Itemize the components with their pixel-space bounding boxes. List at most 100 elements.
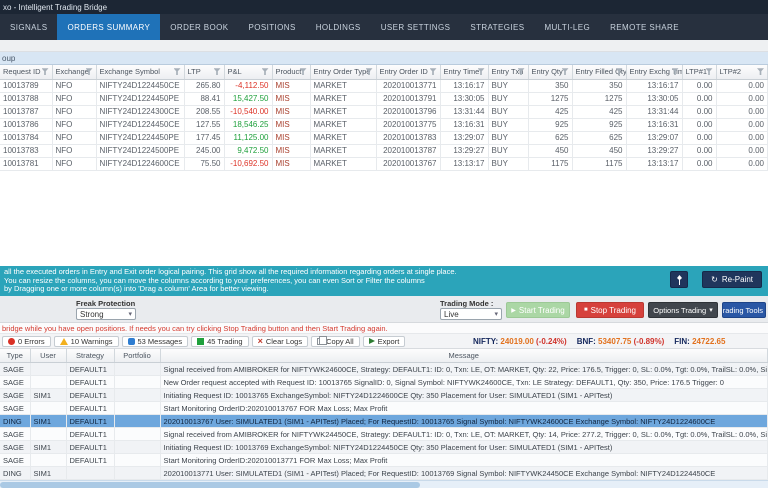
message-column-header-type[interactable]: Type: [0, 349, 31, 363]
freak-protection-value: Strong: [80, 309, 104, 319]
column-header-entry-qty[interactable]: Entry Qty: [528, 65, 573, 80]
column-header-entry-filled-qty[interactable]: Entry Filled Qty: [572, 65, 627, 80]
message-row[interactable]: SAGE SIM1 DEFAULT1 Initiating Request ID: 1…: [0, 440, 768, 454]
message-column-header-user[interactable]: User: [30, 349, 67, 363]
message-row[interactable]: SAGE DEFAULT1 Signal received from AMIBROK…: [0, 427, 768, 441]
orders-row[interactable]: 10013787 NFO NIFTY24D1224300CE 208.55 -10,54…: [0, 105, 768, 119]
tab-remote-share[interactable]: REMOTE SHARE: [600, 14, 689, 40]
tab-signals[interactable]: SIGNALS: [0, 14, 57, 40]
filter-icon[interactable]: [173, 68, 181, 76]
filter-icon[interactable]: [261, 68, 269, 76]
options-trading-label: Options Trading: [653, 305, 707, 315]
orders-cell: 0.00: [682, 92, 717, 106]
orders-row[interactable]: 10013786 NFO NIFTY24D1224450CE 127.55 18,546…: [0, 118, 768, 132]
export-button[interactable]: Export: [362, 335, 406, 347]
clear-icon: ×: [257, 335, 263, 346]
scrollbar-thumb[interactable]: [0, 482, 420, 488]
orders-cell: 0.00: [682, 105, 717, 119]
column-header-exchange[interactable]: Exchange: [52, 65, 97, 80]
filter-icon[interactable]: [757, 68, 764, 76]
ticker-fin: FIN: 24722.65: [674, 337, 726, 346]
clear-logs-button[interactable]: × Clear Logs: [251, 335, 309, 347]
message-row[interactable]: SAGE DEFAULT1 Start Monitoring OrderID:202…: [0, 401, 768, 415]
orders-cell: BUY: [488, 92, 529, 106]
message-cell: Signal received from AMIBROKER for NIFTY…: [160, 362, 768, 376]
orders-cell: 13:29:27: [626, 144, 683, 158]
group-by-bar[interactable]: oup: [0, 52, 768, 65]
message-row[interactable]: SAGE DEFAULT1 Start Monitoring OrderID:202…: [0, 453, 768, 467]
orders-cell: 13:30:05: [626, 92, 683, 106]
message-row[interactable]: SAGE SIM1 DEFAULT1 Initiating Request ID: 1…: [0, 388, 768, 402]
orders-row[interactable]: 10013781 NFO NIFTY24D1224600CE 75.50 -10,692…: [0, 157, 768, 171]
orders-cell: BUY: [488, 157, 529, 171]
orders-cell: 1175: [528, 157, 573, 171]
trading-tools-button[interactable]: Trading Tools ▾: [722, 302, 766, 318]
column-header-entry-exchg-time[interactable]: Entry Exchg Time: [626, 65, 683, 80]
orders-cell: MIS: [272, 157, 311, 171]
trading-mode-select[interactable]: Live ▾: [440, 308, 502, 320]
messages-button[interactable]: 53 Messages: [121, 335, 189, 347]
orders-cell: 1275: [528, 92, 573, 106]
column-header-ltp-1[interactable]: LTP#1: [682, 65, 717, 80]
tab-multi-leg[interactable]: MULTI-LEG: [534, 14, 600, 40]
message-column-header-message[interactable]: Message: [160, 349, 768, 363]
tab-holdings[interactable]: HOLDINGS: [306, 14, 371, 40]
horizontal-scrollbar[interactable]: [0, 480, 768, 488]
column-header-request-id[interactable]: Request ID: [0, 65, 53, 80]
column-header-entry-time[interactable]: Entry Time: [440, 65, 489, 80]
column-header-ltp-2[interactable]: LTP#2: [716, 65, 768, 80]
orders-cell: NIFTY24D1224500PE: [96, 144, 185, 158]
copy-all-button[interactable]: Copy All: [311, 335, 360, 347]
orders-row[interactable]: 10013784 NFO NIFTY24D1224450PE 177.45 11,125…: [0, 131, 768, 145]
orders-cell: 13:31:44: [440, 105, 489, 119]
orders-cell: 202010013775: [376, 118, 441, 132]
filter-icon[interactable]: [213, 68, 221, 76]
column-header-entry-order-id[interactable]: Entry Order ID: [376, 65, 441, 80]
message-row[interactable]: DING SIM1 202010013771 User: SIMULATED1 (S…: [0, 466, 768, 480]
orders-cell: 0.00: [716, 144, 768, 158]
message-row[interactable]: SAGE DEFAULT1 New Order request accepted w…: [0, 375, 768, 389]
tab-strategies[interactable]: STRATEGIES: [460, 14, 534, 40]
column-header-exchange-symbol[interactable]: Exchange Symbol: [96, 65, 185, 80]
freak-protection-group: Freak Protection Strong ▾: [76, 299, 136, 320]
trading-logs-button[interactable]: 45 Trading: [191, 335, 249, 347]
message-column-header-strategy[interactable]: Strategy: [66, 349, 115, 363]
orders-cell: 1175: [572, 157, 627, 171]
orders-cell: 425: [572, 105, 627, 119]
pin-button[interactable]: [670, 271, 688, 288]
chevron-down-icon: ▾: [494, 311, 498, 318]
copy-all-label: Copy All: [326, 336, 354, 346]
freak-protection-select[interactable]: Strong ▾: [76, 308, 136, 320]
errors-button[interactable]: 0 Errors: [2, 335, 51, 347]
message-column-header-portfolio[interactable]: Portfolio: [114, 349, 161, 363]
orders-row[interactable]: 10013789 NFO NIFTY24D1224450CE 265.80 -4,112…: [0, 79, 768, 93]
message-cell: DEFAULT1: [66, 427, 115, 441]
column-header-entry-txn[interactable]: Entry Txn: [488, 65, 529, 80]
repaint-button[interactable]: ↻ Re-Paint: [702, 271, 762, 288]
warnings-button[interactable]: 10 Warnings: [53, 335, 119, 347]
message-row[interactable]: SAGE DEFAULT1 Signal received from AMIBROK…: [0, 362, 768, 376]
orders-row[interactable]: 10013788 NFO NIFTY24D1224450PE 88.41 15,427.…: [0, 92, 768, 106]
start-trading-button[interactable]: ▶ Start Trading: [506, 302, 570, 318]
stop-trading-button[interactable]: ■ Stop Trading: [576, 302, 644, 318]
tab-order-book[interactable]: ORDER BOOK: [160, 14, 238, 40]
tab-orders-summary[interactable]: ORDERS SUMMARY: [57, 14, 161, 40]
column-header-entry-order-type[interactable]: Entry Order Type: [310, 65, 377, 80]
orders-row[interactable]: 10013783 NFO NIFTY24D1224500PE 245.00 9,472.…: [0, 144, 768, 158]
orders-cell: NIFTY24D1224450PE: [96, 92, 185, 106]
column-header-ltp[interactable]: LTP: [184, 65, 225, 80]
group-by-label: oup: [2, 53, 16, 63]
message-cell: DEFAULT1: [66, 414, 115, 428]
options-trading-button[interactable]: Options Trading ▾: [648, 302, 718, 318]
index-tickers: NIFTY: 24019.00 (-0.24%) BNF: 53407.75 (-…: [473, 334, 768, 349]
tab-user-settings[interactable]: USER SETTINGS: [371, 14, 461, 40]
tab-underbar: [0, 40, 768, 52]
filter-icon[interactable]: [429, 68, 437, 76]
column-header-p-l[interactable]: P&L: [224, 65, 273, 80]
column-header-product[interactable]: Product: [272, 65, 311, 80]
message-row[interactable]: DING SIM1 DEFAULT1 202010013767 User: SIMUL…: [0, 414, 768, 428]
filter-icon[interactable]: [41, 68, 49, 76]
tab-positions[interactable]: POSITIONS: [239, 14, 306, 40]
info-banner: all the executed orders in Entry and Exi…: [0, 266, 768, 296]
stop-icon: ■: [584, 307, 588, 313]
